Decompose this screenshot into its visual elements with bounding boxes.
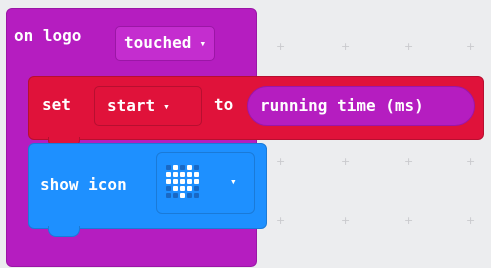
variable-name: start [107, 96, 156, 115]
block-connector-notch [48, 226, 80, 237]
set-label: set [42, 95, 71, 114]
led-on [180, 179, 185, 184]
led-on [166, 179, 171, 184]
show-icon-label: show icon [40, 175, 127, 194]
led-off [194, 193, 199, 198]
running-time-reporter[interactable]: running time (ms) [247, 86, 475, 126]
icon-picker-dropdown[interactable]: ▾ [156, 152, 255, 214]
led-off [194, 165, 199, 170]
led-off [166, 193, 171, 198]
grid-dot: + [341, 214, 351, 227]
led-on [166, 172, 171, 177]
led-off [187, 193, 192, 198]
chevron-down-icon: ▾ [230, 175, 237, 188]
led-on [187, 172, 192, 177]
grid-dot: + [404, 40, 414, 53]
led-on [180, 172, 185, 177]
chevron-down-icon: ▾ [163, 99, 170, 113]
variable-dropdown[interactable]: start ▾ [94, 86, 202, 126]
led-off [166, 186, 171, 191]
led-off [166, 165, 171, 170]
grid-dot: + [341, 40, 351, 53]
grid-dot: + [466, 214, 476, 227]
logo-action-dropdown[interactable]: touched ▾ [115, 26, 216, 61]
led-on [173, 165, 178, 170]
led-on [180, 186, 185, 191]
led-on [187, 186, 192, 191]
heart-icon [166, 165, 199, 198]
led-on [173, 179, 178, 184]
led-on [180, 193, 185, 198]
led-on [187, 179, 192, 184]
grid-dot: + [341, 155, 351, 168]
chevron-down-icon: ▾ [199, 36, 207, 50]
grid-dot: + [276, 214, 286, 227]
led-on [187, 165, 192, 170]
led-off [194, 186, 199, 191]
to-label: to [214, 95, 234, 114]
led-off [173, 193, 178, 198]
led-on [194, 172, 199, 177]
led-on [173, 172, 178, 177]
led-off [180, 165, 185, 170]
reporter-label: running time (ms) [260, 96, 424, 115]
led-on [194, 179, 199, 184]
logo-action-value: touched [124, 33, 192, 52]
grid-dot: + [404, 214, 414, 227]
grid-dot: + [466, 40, 476, 53]
led-on [173, 186, 178, 191]
grid-dot: + [404, 155, 414, 168]
grid-dot: + [466, 155, 476, 168]
grid-dot: + [276, 40, 286, 53]
event-label: on logo [14, 26, 82, 45]
grid-dot: + [276, 155, 286, 168]
